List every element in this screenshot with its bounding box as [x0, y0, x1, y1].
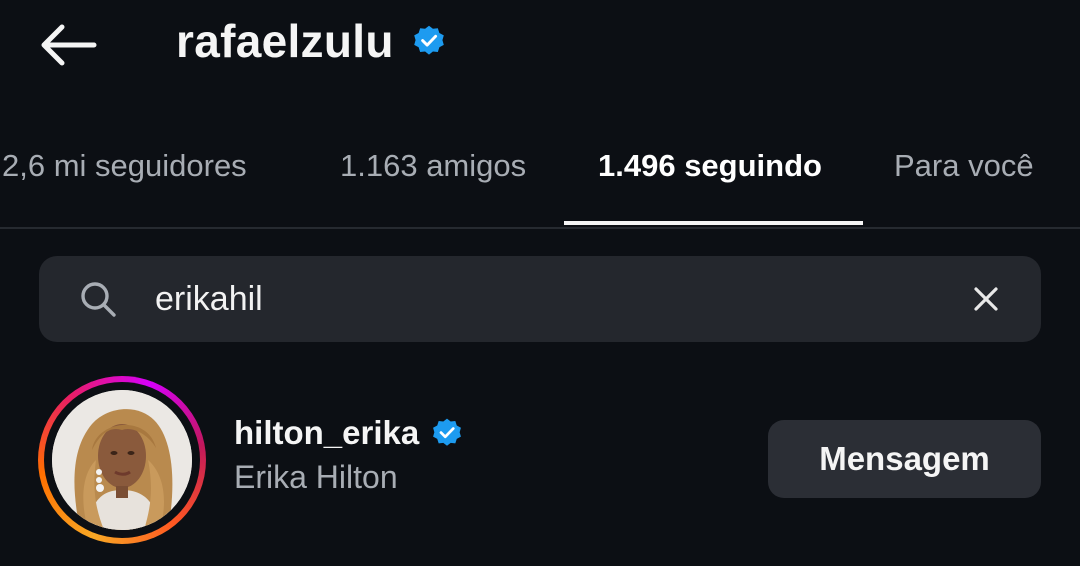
tab-for-you[interactable]: Para você — [894, 148, 1034, 184]
avatar — [52, 390, 192, 530]
search-input[interactable] — [155, 276, 935, 322]
verified-badge-icon — [433, 418, 462, 446]
following-screen: rafaelzulu 2,6 mi seguidores 1.163 amigo… — [0, 0, 1080, 566]
arrow-left-icon — [41, 24, 97, 66]
divider — [0, 227, 1080, 229]
header: rafaelzulu — [176, 14, 446, 68]
tab-friends[interactable]: 1.163 amigos — [340, 148, 526, 184]
tab-bar: 2,6 mi seguidores 1.163 amigos 1.496 seg… — [0, 130, 1080, 228]
username[interactable]: hilton_erika — [234, 414, 419, 452]
list-item[interactable]: hilton_erika Erika Hilton Mensagem — [0, 370, 1080, 550]
avatar-image — [52, 390, 192, 530]
search-icon — [81, 282, 116, 317]
full-name: Erika Hilton — [234, 459, 398, 495]
back-button[interactable] — [38, 22, 98, 68]
tab-followers[interactable]: 2,6 mi seguidores — [2, 148, 247, 184]
message-button[interactable]: Mensagem — [768, 420, 1041, 498]
page-title: rafaelzulu — [176, 15, 394, 67]
tab-following[interactable]: 1.496 seguindo — [598, 148, 822, 184]
verified-badge-icon — [413, 25, 444, 55]
close-icon[interactable] — [969, 282, 1003, 316]
active-tab-indicator — [564, 221, 863, 225]
story-ring[interactable] — [38, 376, 206, 544]
search-bar — [39, 256, 1041, 342]
